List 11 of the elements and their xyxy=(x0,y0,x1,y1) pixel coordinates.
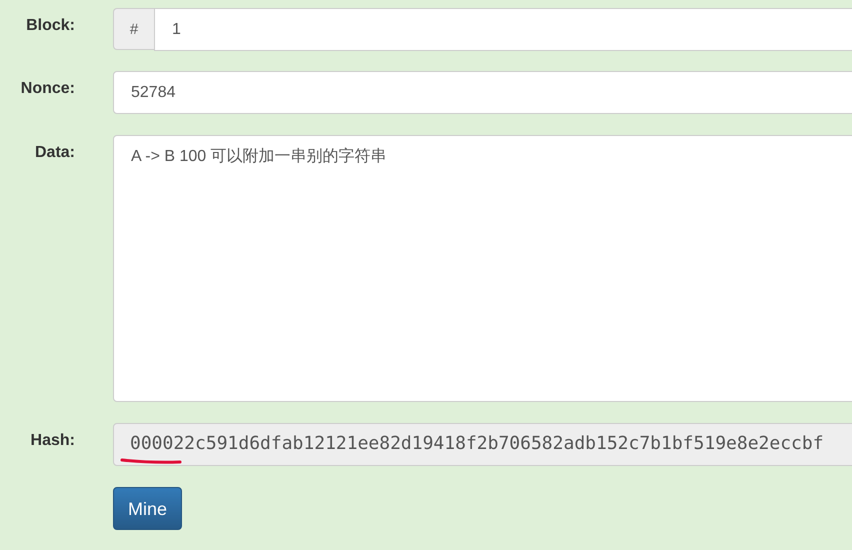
mine-button[interactable]: Mine xyxy=(113,487,182,530)
text-area[interactable]: A -> B 100 可以附加一串别的字符串 xyxy=(113,135,852,402)
field-label: Block: xyxy=(25,16,75,35)
underline-mark xyxy=(120,457,182,465)
input-field[interactable]: 52784 xyxy=(113,71,852,114)
field-label: Nonce: xyxy=(20,79,75,98)
input-field[interactable]: 1 xyxy=(154,8,852,51)
hash-value: 000022c591d6dfab12121ee82d19418f2b706582adb152c7b1bf519e8e2eccbf xyxy=(130,433,824,454)
field-label: Data: xyxy=(34,143,75,162)
field-label: Hash: xyxy=(30,431,75,450)
hash-addon: # xyxy=(113,8,154,50)
